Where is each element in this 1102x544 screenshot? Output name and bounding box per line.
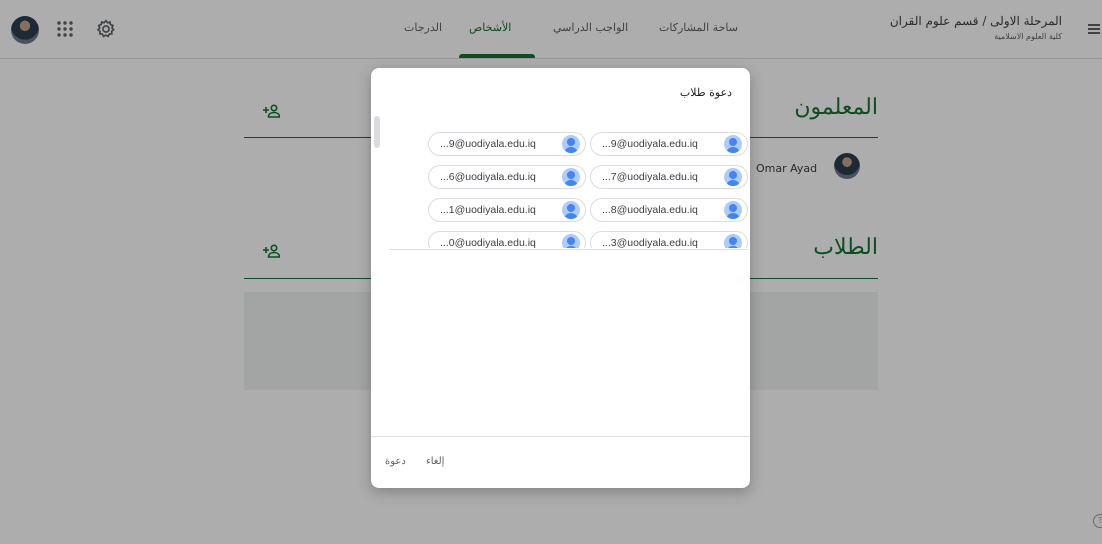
- invitee-email: ...8@uodiyala.edu.iq: [602, 204, 698, 216]
- invite-input-underline: [389, 249, 748, 250]
- invite-students-dialog: دعوة طلاب ...9@uodiyala.edu.iq ...9@uodi…: [371, 68, 750, 488]
- invitee-email: ...9@uodiyala.edu.iq: [440, 138, 536, 150]
- user-placeholder-icon: [724, 168, 742, 186]
- invitee-email: ...6@uodiyala.edu.iq: [440, 171, 536, 183]
- user-placeholder-icon: [562, 168, 580, 186]
- user-placeholder-icon: [724, 234, 742, 248]
- invitee-email: ...0@uodiyala.edu.iq: [440, 237, 536, 248]
- invitee-chip[interactable]: ...1@uodiyala.edu.iq: [428, 198, 586, 222]
- invitee-chip[interactable]: ...8@uodiyala.edu.iq: [590, 198, 748, 222]
- user-placeholder-icon: [562, 201, 580, 219]
- invitee-email: ...9@uodiyala.edu.iq: [602, 138, 698, 150]
- invitee-email: ...3@uodiyala.edu.iq: [602, 237, 698, 248]
- invitee-chip[interactable]: ...0@uodiyala.edu.iq: [428, 231, 586, 248]
- invitee-email: ...1@uodiyala.edu.iq: [440, 204, 536, 216]
- cancel-button[interactable]: إلغاء: [426, 456, 444, 467]
- dialog-title: دعوة طلاب: [679, 86, 732, 99]
- invitee-chip[interactable]: ...9@uodiyala.edu.iq: [590, 132, 748, 156]
- dialog-footer-divider: [371, 436, 750, 437]
- user-placeholder-icon: [724, 135, 742, 153]
- invitee-chip[interactable]: ...3@uodiyala.edu.iq: [590, 231, 748, 248]
- invitee-chip-list: ...9@uodiyala.edu.iq ...9@uodiyala.edu.i…: [371, 128, 750, 248]
- invite-button[interactable]: دعوة: [385, 456, 406, 467]
- user-placeholder-icon: [562, 234, 580, 248]
- invitee-chip[interactable]: ...7@uodiyala.edu.iq: [590, 165, 748, 189]
- invitee-chip[interactable]: ...9@uodiyala.edu.iq: [428, 132, 586, 156]
- user-placeholder-icon: [724, 201, 742, 219]
- invitee-email: ...7@uodiyala.edu.iq: [602, 171, 698, 183]
- invitee-chip[interactable]: ...6@uodiyala.edu.iq: [428, 165, 586, 189]
- user-placeholder-icon: [562, 135, 580, 153]
